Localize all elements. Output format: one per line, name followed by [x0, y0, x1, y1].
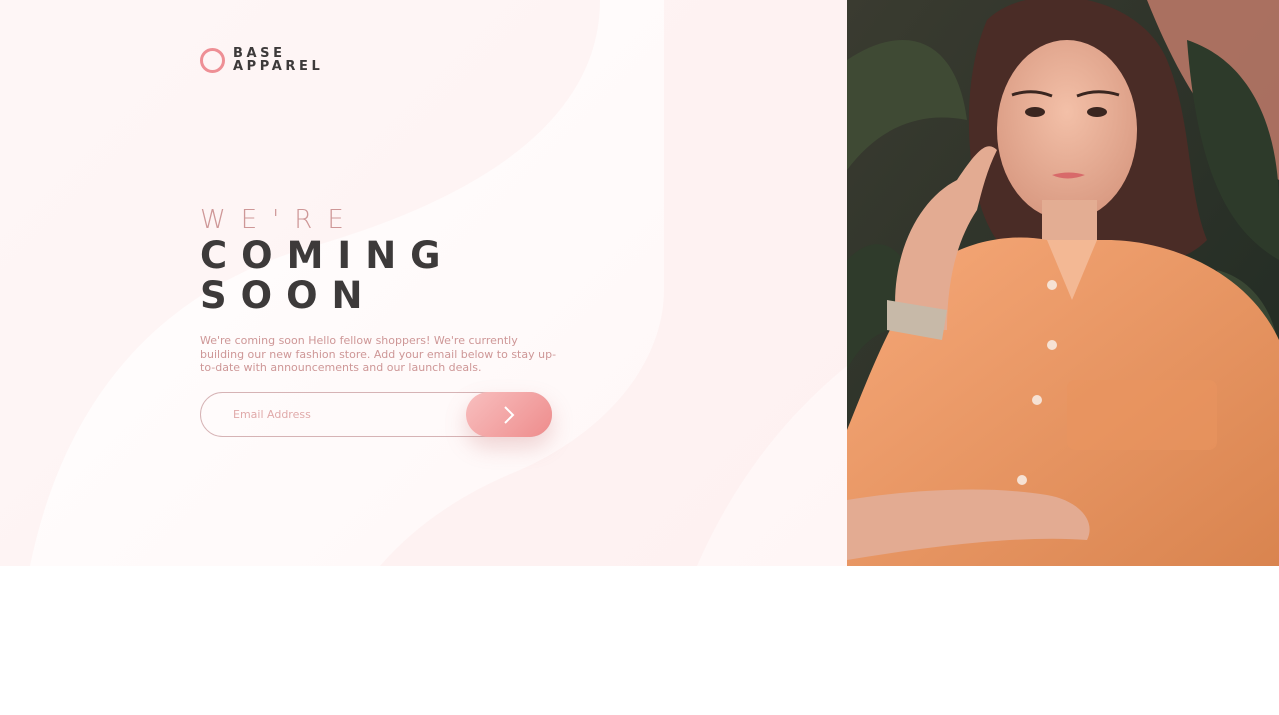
hero-photo [847, 0, 1279, 566]
brand-logo[interactable]: BASE APPAREL [200, 47, 323, 73]
woman-in-peach-shirt-photo [847, 0, 1279, 566]
page-headline: WE'RE COMING SOON [200, 204, 455, 316]
email-signup-form [200, 392, 552, 437]
logo-circle-icon [200, 47, 225, 73]
headline-soon: SOON [200, 274, 377, 317]
submit-button[interactable] [466, 392, 552, 437]
logo-wordmark: BASE APPAREL [233, 47, 323, 73]
left-panel: BASE APPAREL WE'RE COMING SOON We're com… [0, 0, 847, 566]
headline-were: WE'RE [200, 205, 359, 235]
intro-text: We're coming soon Hello fellow shoppers!… [200, 334, 557, 374]
logo-line-apparel: APPAREL [233, 59, 324, 74]
chevron-right-icon [504, 405, 515, 424]
headline-coming: COMING [200, 234, 455, 277]
